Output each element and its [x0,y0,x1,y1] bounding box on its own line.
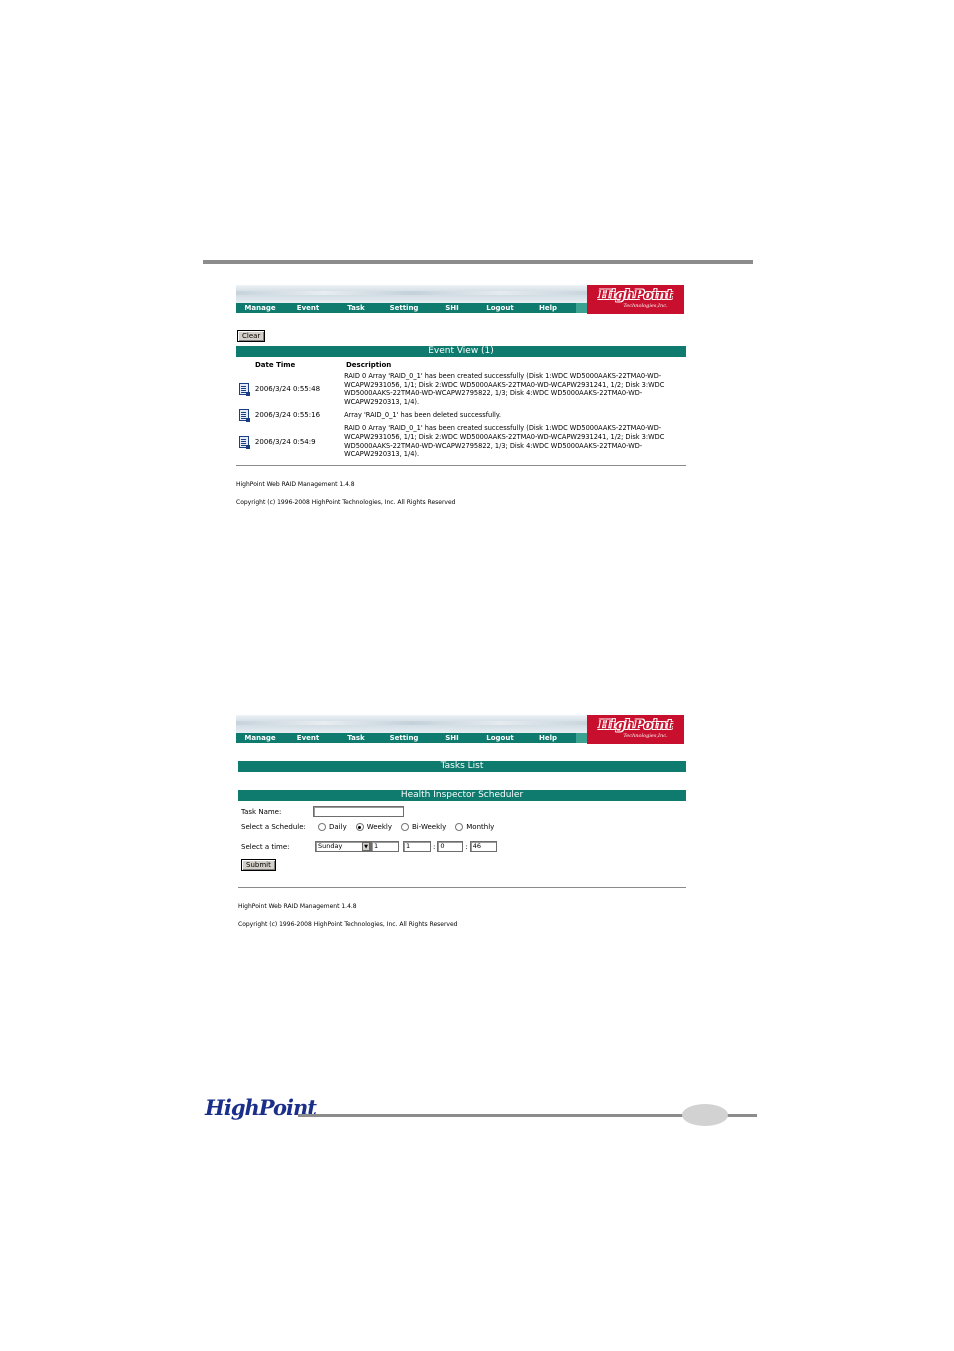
schedule-monthly-label: Monthly [466,823,495,831]
task-name-label: Task Name: [241,807,282,816]
event-description: RAID 0 Array 'RAID_0_1' has been created… [344,372,665,406]
nav-bar: Manage Event Task Setting SHI Logout Hel… [236,303,576,313]
nav-task[interactable]: Task [332,304,380,312]
app-banner: Manage Event Task Setting SHI Logout Hel… [236,715,686,745]
logo-subtext: Technologies,Inc. [623,303,668,309]
nav-bar: Manage Event Task Setting SHI Logout Hel… [236,733,576,743]
page-number-oval [682,1104,728,1126]
nav-setting[interactable]: Setting [380,304,428,312]
time-separator: : [433,842,436,851]
footer-version: HighPoint Web RAID Management 1.4.8 [238,903,357,910]
banner-gradient [236,715,588,733]
event-table-header: Date Time Description [236,361,686,369]
schedule-biweekly-radio[interactable] [400,823,409,831]
event-row: 2006/3/24 0:55:16 Array 'RAID_0_1' has b… [236,409,686,423]
banner-gradient [236,285,588,303]
hour-field[interactable]: 0 [437,841,464,852]
event-date: 2006/3/24 0:54:9 [254,437,316,446]
highpoint-logo: HighPoint Technologies,Inc. [587,715,684,744]
event-row: 2006/3/24 0:55:48 RAID 0 Array 'RAID_0_1… [236,372,686,406]
app-banner: Manage Event Task Setting SHI Logout Hel… [236,285,686,315]
footer-copyright: Copyright (c) 1996-2008 HighPoint Techno… [236,498,456,506]
tasks-screenshot: Manage Event Task Setting SHI Logout Hel… [236,715,686,928]
logo-subtext: Technologies,Inc. [623,733,668,739]
nav-logout[interactable]: Logout [476,304,524,312]
task-name-row: Task Name: [241,806,686,817]
nav-event[interactable]: Event [284,304,332,312]
logo-text: HighPoint [598,718,673,733]
submit-button[interactable]: Submit [241,859,276,871]
event-log-icon [239,435,250,449]
time-separator: : [465,842,468,851]
event-row: 2006/3/24 0:54:9 RAID 0 Array 'RAID_0_1'… [236,424,686,458]
schedule-weekly-label: Weekly [366,823,392,831]
nav-shi[interactable]: SHI [428,304,476,312]
schedule-label: Select a Schedule: [241,823,306,831]
event-description: RAID 0 Array 'RAID_0_1' has been created… [344,424,665,459]
schedule-weekly-radio[interactable] [355,823,364,831]
time-label: Select a time: [241,842,290,851]
highpoint-logo: HighPoint Technologies,Inc. [587,285,684,314]
nav-setting[interactable]: Setting [380,734,428,742]
nav-help[interactable]: Help [524,304,572,312]
task-name-input[interactable] [313,806,404,817]
divider [238,887,686,888]
footer-version: HighPoint Web RAID Management 1.4.8 [236,480,355,488]
schedule-daily-label: Daily [329,823,347,831]
nav-manage[interactable]: Manage [236,304,284,312]
chevron-down-icon[interactable]: ▼ [362,842,370,851]
nav-help[interactable]: Help [524,734,572,742]
logo-text: HighPoint [598,288,673,303]
event-date: 2006/3/24 0:55:48 [254,385,321,394]
page-top-rule [203,260,753,264]
nav-logout[interactable]: Logout [476,734,524,742]
col-description: Description [346,361,392,369]
event-date: 2006/3/24 0:55:16 [254,411,321,420]
schedule-daily-radio[interactable] [318,823,326,831]
nav-task[interactable]: Task [332,734,380,742]
divider [236,464,686,466]
day-select[interactable]: Sunday ▼ [315,841,371,852]
minute-field[interactable]: 46 [469,841,497,852]
clear-button[interactable]: Clear [237,330,266,342]
event-view-screenshot: Manage Event Task Setting SHI Logout Hel… [236,285,686,506]
time-field-1[interactable]: 1 [371,841,399,852]
nav-event[interactable]: Event [284,734,332,742]
footer-copyright: Copyright (c) 1996-2008 HighPoint Techno… [238,921,458,928]
scheduler-title: Health Inspector Scheduler [238,790,686,801]
nav-manage[interactable]: Manage [236,734,284,742]
schedule-monthly-radio[interactable] [455,823,464,831]
col-date-time: Date Time [255,361,296,369]
tasks-list-title: Tasks List [238,761,686,772]
event-log-icon [239,383,250,397]
event-description: Array 'RAID_0_1' has been deleted succes… [344,411,501,420]
event-log-icon [239,409,250,423]
schedule-biweekly-label: Bi-Weekly [411,823,447,831]
time-row: Select a time: Sunday ▼ 1 1 : 0 : 46 [241,841,686,852]
schedule-row: Select a Schedule: Daily Weekly Bi-Weekl… [241,823,686,831]
nav-shi[interactable]: SHI [428,734,476,742]
time-field-2[interactable]: 1 [403,841,431,852]
event-view-title: Event View (1) [236,346,686,357]
